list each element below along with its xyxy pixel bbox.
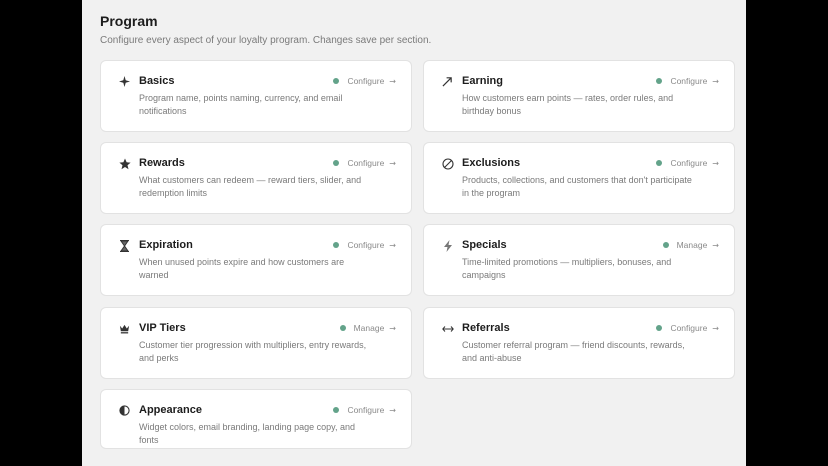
configure-link[interactable]: Configure → — [333, 240, 396, 250]
card-specials[interactable]: Specials Time-limited promotions — multi… — [423, 224, 735, 296]
configure-link[interactable]: Configure → — [333, 405, 396, 415]
manage-link[interactable]: Manage → — [339, 323, 396, 333]
action-label: Configure — [347, 405, 385, 415]
page-subtitle: Configure every aspect of your loyalty p… — [100, 35, 432, 46]
action-label: Configure — [347, 240, 385, 250]
status-dot — [656, 78, 663, 84]
arrow-right-icon: → — [712, 76, 719, 86]
card-title: Specials — [462, 239, 507, 251]
card-vip-tiers[interactable]: VIP Tiers Customer tier progression with… — [100, 307, 412, 379]
card-title: Appearance — [139, 404, 202, 416]
arrow-right-icon: → — [389, 323, 396, 333]
action-label: Configure — [670, 158, 708, 168]
sparkle-icon — [118, 75, 131, 88]
card-earning[interactable]: Earning How customers earn points — rate… — [423, 60, 735, 132]
manage-link[interactable]: Manage → — [662, 240, 719, 250]
status-dot — [333, 242, 340, 248]
status-dot — [333, 407, 340, 413]
arrows-horizontal-icon — [441, 322, 454, 335]
configure-link[interactable]: Configure → — [656, 323, 719, 333]
action-label: Manage — [676, 240, 708, 250]
card-title: Earning — [462, 75, 503, 87]
action-label: Configure — [347, 76, 385, 86]
action-label: Configure — [670, 76, 708, 86]
configure-link[interactable]: Configure → — [333, 158, 396, 168]
status-dot — [333, 160, 340, 166]
card-title: Basics — [139, 75, 175, 87]
card-appearance[interactable]: Appearance Widget colors, email branding… — [100, 389, 412, 449]
status-dot — [339, 325, 346, 331]
configure-link[interactable]: Configure → — [333, 76, 396, 86]
card-description: Customer referral program — friend disco… — [462, 340, 685, 363]
status-dot — [656, 325, 663, 331]
card-title: Expiration — [139, 239, 193, 251]
trend-up-icon — [441, 75, 454, 88]
status-dot — [662, 242, 669, 248]
action-label: Manage — [353, 323, 385, 333]
card-description: Program name, points naming, currency, a… — [139, 93, 343, 116]
crown-icon — [118, 322, 131, 335]
card-title: Rewards — [139, 157, 185, 169]
card-description: Customer tier progression with multiplie… — [139, 340, 367, 363]
program-settings-panel: Program Configure every aspect of your l… — [82, 0, 746, 466]
card-description: When unused points expire and how custom… — [139, 257, 345, 280]
arrow-right-icon: → — [389, 405, 396, 415]
card-title: Referrals — [462, 322, 510, 334]
arrow-right-icon: → — [712, 323, 719, 333]
card-referrals[interactable]: Referrals Customer referral program — fr… — [423, 307, 735, 379]
card-description: How customers earn points — rates, order… — [462, 93, 674, 116]
card-description: What customers can redeem — reward tiers… — [139, 175, 362, 198]
card-basics[interactable]: Basics Program name, points naming, curr… — [100, 60, 412, 132]
arrow-right-icon: → — [712, 240, 719, 250]
configure-link[interactable]: Configure → — [656, 76, 719, 86]
arrow-right-icon: → — [389, 240, 396, 250]
action-label: Configure — [670, 323, 708, 333]
half-circle-icon — [118, 404, 131, 417]
configure-link[interactable]: Configure → — [656, 158, 719, 168]
prohibited-icon — [441, 157, 454, 170]
status-dot — [656, 160, 663, 166]
card-expiration[interactable]: Expiration When unused points expire and… — [100, 224, 412, 296]
arrow-right-icon: → — [389, 76, 396, 86]
hourglass-icon — [118, 239, 131, 252]
lightning-icon — [441, 239, 454, 252]
card-description: Widget colors, email branding, landing p… — [139, 422, 355, 445]
status-dot — [333, 78, 340, 84]
card-description: Time-limited promotions — multipliers, b… — [462, 257, 672, 280]
arrow-right-icon: → — [389, 158, 396, 168]
star-icon — [118, 157, 131, 170]
page-title: Program — [100, 13, 158, 29]
action-label: Configure — [347, 158, 385, 168]
card-title: VIP Tiers — [139, 322, 186, 334]
card-description: Products, collections, and customers tha… — [462, 175, 692, 198]
card-rewards[interactable]: Rewards What customers can redeem — rewa… — [100, 142, 412, 214]
arrow-right-icon: → — [712, 158, 719, 168]
card-exclusions[interactable]: Exclusions Products, collections, and cu… — [423, 142, 735, 214]
card-title: Exclusions — [462, 157, 521, 169]
